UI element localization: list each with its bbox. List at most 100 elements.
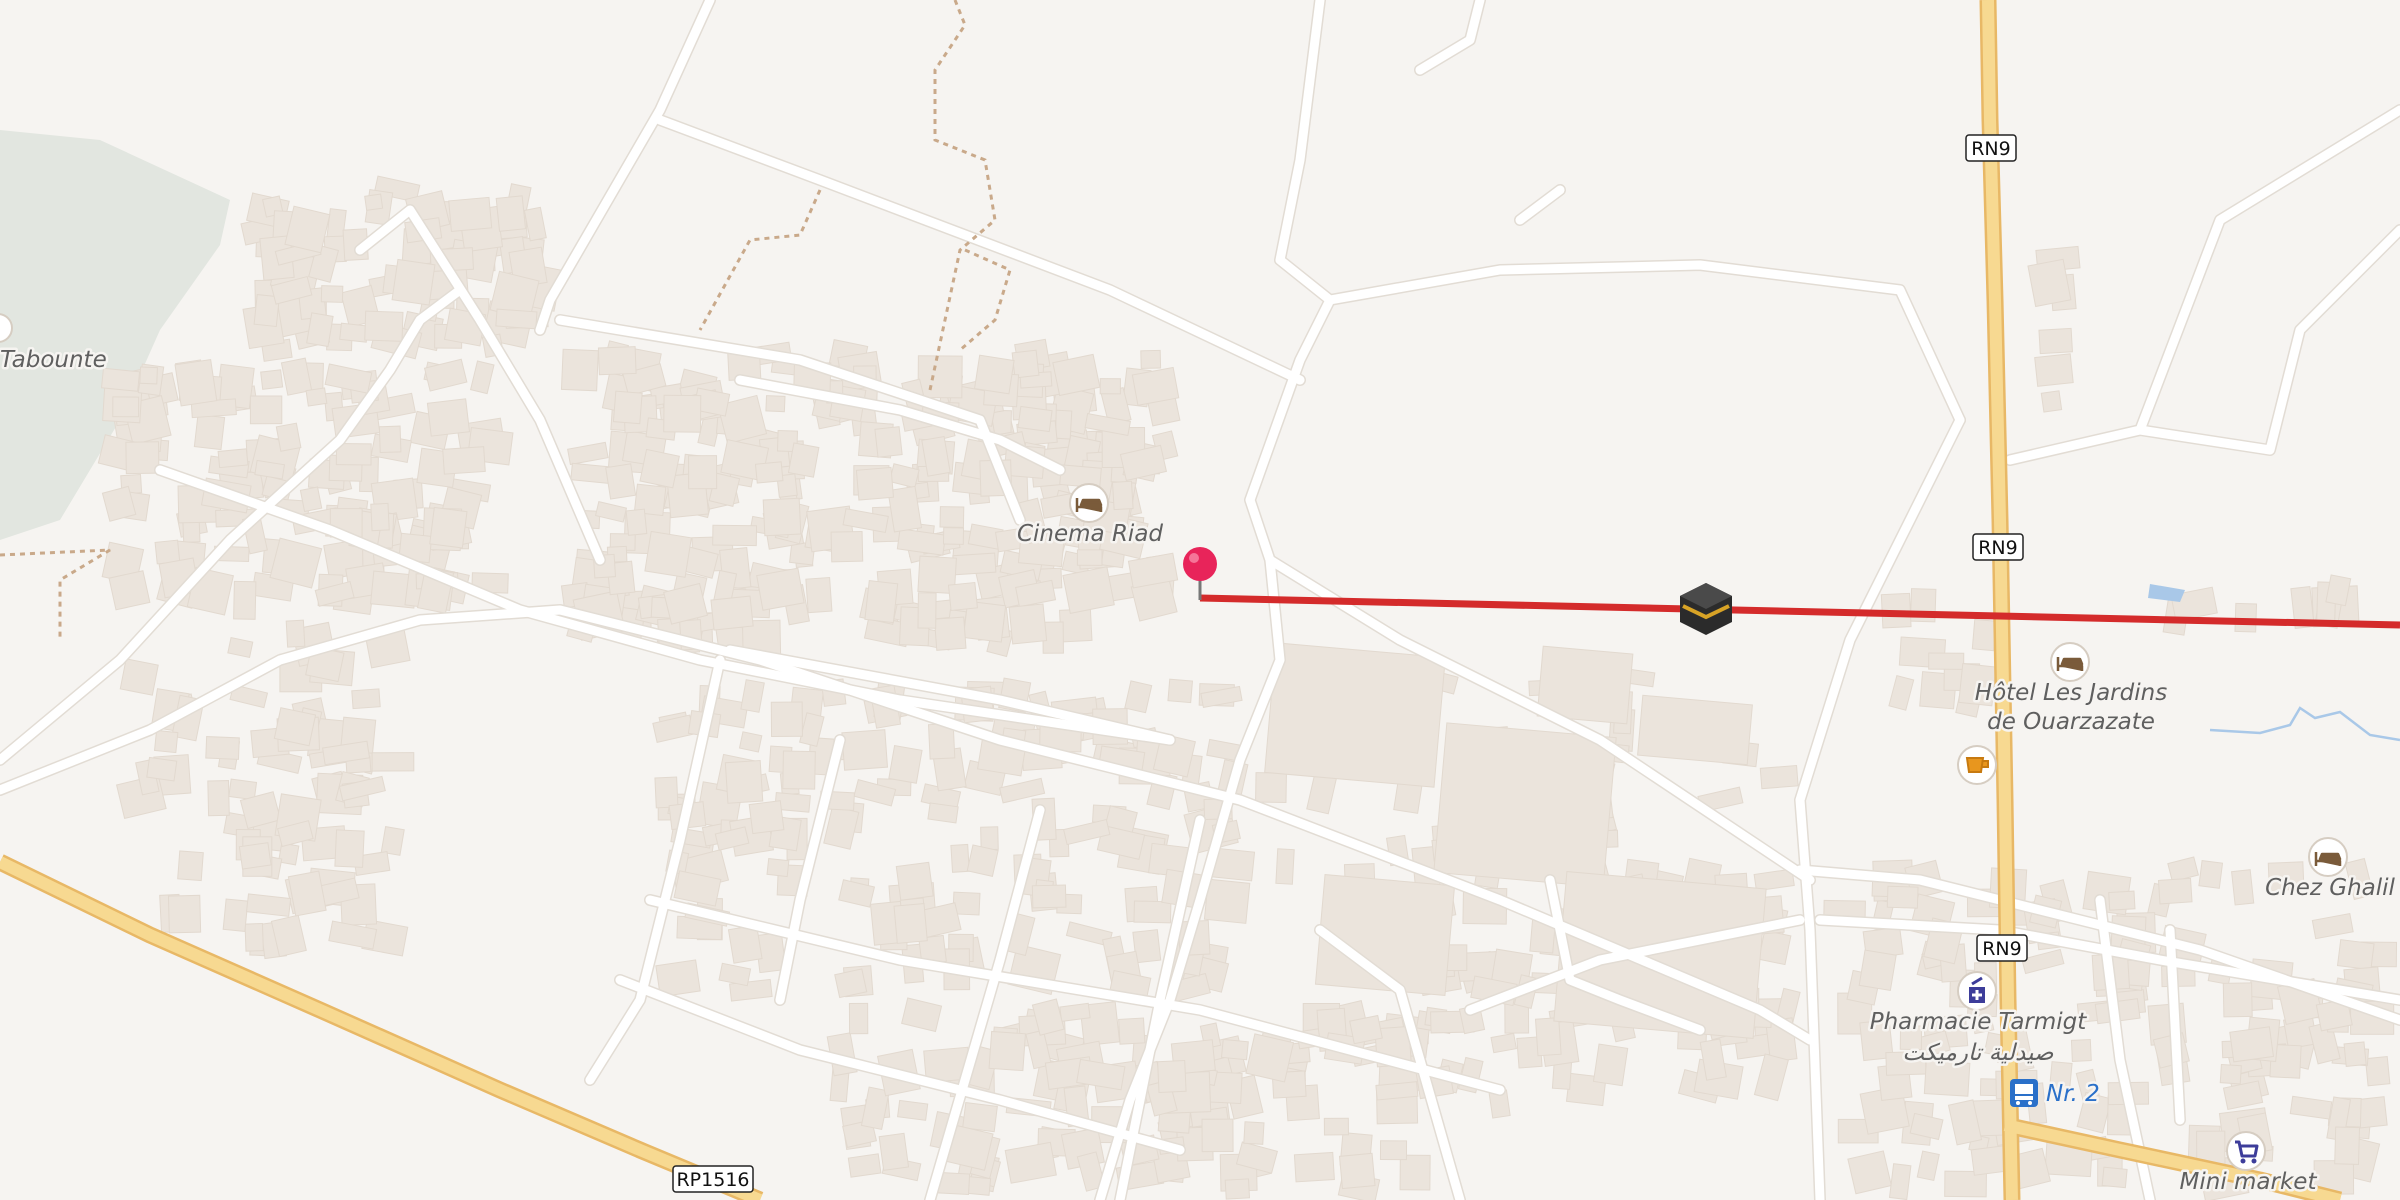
building [1255,772,1287,804]
building [830,530,864,563]
building [426,398,471,437]
building [287,870,327,917]
building [756,567,805,611]
map-canvas[interactable]: RN9 RN9 RN9 RP1516 Cinema Riad Tabounte … [0,0,2400,1200]
building [980,826,999,851]
building [1264,642,1446,788]
building [847,1153,882,1178]
building [2108,890,2136,911]
building [364,310,404,342]
building [167,894,202,934]
building [1167,678,1194,704]
building [841,729,889,771]
building [2229,1026,2275,1063]
building [2234,602,2258,633]
building [988,1030,1026,1072]
building [1433,722,1617,888]
building [1888,1163,1912,1200]
building [897,1099,929,1121]
cafe-poi[interactable] [1957,745,1997,785]
building [1637,694,1753,766]
building [1011,349,1040,379]
building [848,1002,869,1035]
building [193,413,226,451]
bus-stop-poi[interactable]: Nr. 2 [2010,1079,2102,1110]
building [1243,1121,1265,1145]
building [125,441,160,475]
building [273,707,317,747]
bed-icon [2308,837,2348,877]
building [754,461,784,484]
poi-label-pharmacie: Pharmacie Tarmigt [1870,1009,2088,1035]
svg-text:RN9: RN9 [1971,138,2011,160]
building [2219,1063,2242,1085]
building [275,422,302,452]
poi-label-cinema-riad: Cinema Riad [1017,521,1163,547]
building [950,843,970,873]
building [391,258,436,306]
building [2038,327,2073,355]
building [1923,1060,1971,1097]
poi-label-mini-market: Mini market [2180,1169,2318,1195]
building [2222,982,2253,1018]
building [1133,900,1172,924]
building [724,759,764,804]
building [154,539,181,565]
building [654,776,679,809]
building [1076,549,1103,566]
building [1245,1033,1295,1083]
building [625,508,648,536]
building [429,506,468,549]
building [448,196,493,232]
building [770,701,803,738]
building [139,366,158,385]
building [1323,1117,1349,1136]
building [119,658,159,696]
building [748,800,785,835]
place-label-tabounte: Tabounte [0,347,107,373]
building [712,524,758,547]
building [1017,405,1053,433]
building [238,842,272,870]
poi-label-hotel-line2: de Ouarzazate [1987,709,2155,735]
building [339,322,369,343]
building [378,425,402,454]
building [942,527,965,545]
building [351,688,381,710]
road-shield-rp1516: RP1516 [672,1165,754,1193]
building [177,850,204,882]
pharmacy-icon [1957,971,1997,1011]
building [1008,603,1048,645]
building [1847,1150,1892,1195]
building [1293,1151,1335,1183]
building [864,580,899,624]
building [1338,1152,1376,1190]
building [762,497,802,537]
building [1379,1140,1408,1161]
building [947,581,978,612]
building [1062,566,1115,614]
building [2231,869,2255,906]
bus-icon [2010,1079,2038,1107]
building [153,729,179,754]
svg-text:RN9: RN9 [1982,938,2022,960]
building [888,744,923,784]
building [1058,608,1093,643]
building [2040,390,2063,413]
building [495,195,527,232]
building [1349,1014,1383,1045]
building [1858,949,1897,992]
building [442,446,486,475]
building [1224,1178,1251,1200]
building [100,367,141,392]
building [917,355,963,399]
building [228,778,258,801]
building [2334,1126,2361,1165]
building [299,486,323,513]
building [878,1132,910,1171]
building [2198,860,2224,889]
building [787,442,820,478]
building [217,448,249,469]
building [244,922,264,952]
building [495,308,538,330]
